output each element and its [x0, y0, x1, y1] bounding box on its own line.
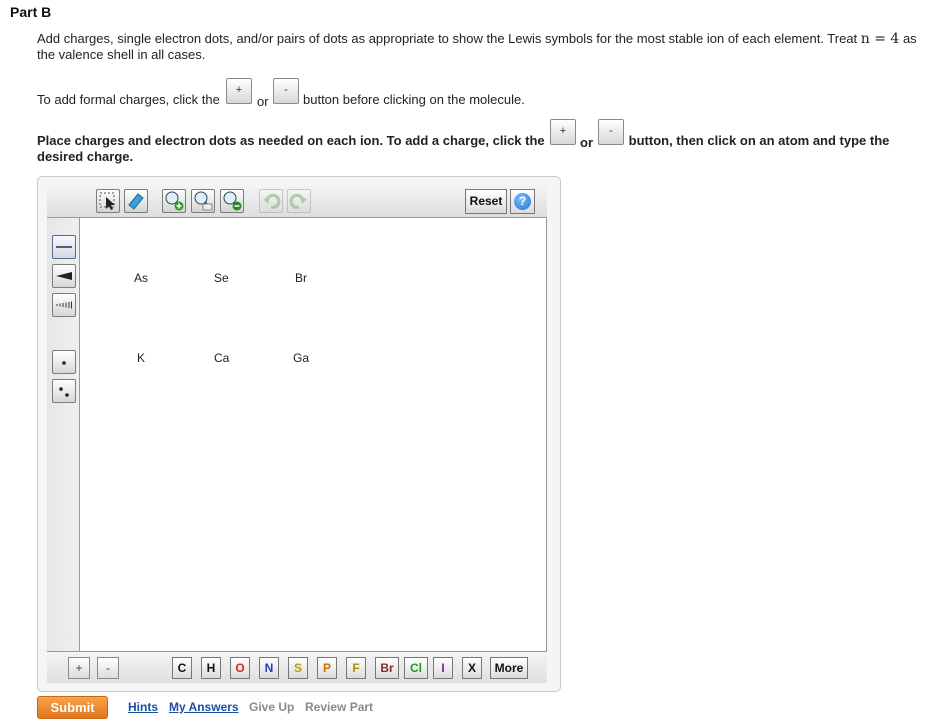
inline-minus-charge-icon-2: - — [598, 119, 624, 145]
atom-ga[interactable]: Ga — [293, 351, 309, 365]
hash-bond-tool[interactable] — [52, 293, 76, 317]
atom-se[interactable]: Se — [214, 271, 229, 285]
element-button-br[interactable]: Br — [375, 657, 399, 679]
review-part-link[interactable]: Review Part — [305, 700, 373, 714]
element-button-i[interactable]: I — [433, 657, 453, 679]
single-bond-icon — [56, 246, 72, 248]
zoom-fit-button[interactable] — [191, 189, 215, 213]
element-button-o[interactable]: O — [230, 657, 250, 679]
element-button-n[interactable]: N — [259, 657, 279, 679]
atom-br[interactable]: Br — [295, 271, 307, 285]
eraser-tool-button[interactable] — [124, 189, 148, 213]
formal-charge-or: or — [257, 94, 269, 109]
dot-pair-icon — [59, 387, 69, 397]
place-charges-text-1: Place charges and electron dots as neede… — [37, 133, 545, 148]
select-arrow-icon — [99, 192, 115, 210]
zoom-in-button[interactable] — [162, 189, 186, 213]
add-negative-charge-button[interactable]: - — [97, 657, 119, 679]
formal-charge-text-2: button before clicking on the molecule. — [303, 92, 525, 107]
zoom-out-icon — [223, 191, 242, 211]
single-electron-tool[interactable] — [52, 350, 76, 374]
give-up-link[interactable]: Give Up — [249, 700, 294, 714]
undo-button[interactable] — [259, 189, 283, 213]
zoom-fit-icon — [194, 191, 213, 211]
element-button-p[interactable]: P — [317, 657, 337, 679]
instructions-paragraph: Add charges, single electron dots, and/o… — [37, 31, 927, 63]
part-title: Part B — [10, 4, 52, 20]
valence-shell-math: n = 4 — [860, 31, 900, 47]
undo-icon — [263, 193, 281, 209]
element-button-c[interactable]: C — [172, 657, 192, 679]
inline-plus-charge-icon: + — [226, 78, 252, 104]
drawing-canvas[interactable] — [47, 185, 547, 683]
more-elements-button[interactable]: More — [490, 657, 528, 679]
atom-ca[interactable]: Ca — [214, 351, 229, 365]
help-button[interactable]: ? — [510, 189, 535, 214]
atom-k[interactable]: K — [137, 351, 145, 365]
reset-button[interactable]: Reset — [465, 189, 507, 214]
element-button-f[interactable]: F — [346, 657, 366, 679]
eraser-icon — [128, 193, 144, 210]
help-icon: ? — [514, 193, 531, 210]
instructions-text-1: Add charges, single electron dots, and/o… — [37, 31, 861, 46]
element-button-x[interactable]: X — [462, 657, 482, 679]
place-charges-instruction: Place charges and electron dots as neede… — [37, 133, 927, 165]
element-button-cl[interactable]: Cl — [404, 657, 428, 679]
zoom-out-button[interactable] — [220, 189, 244, 213]
wedge-bond-tool[interactable] — [52, 264, 76, 288]
place-charges-or: or — [580, 135, 593, 150]
single-bond-tool[interactable] — [52, 235, 76, 259]
element-button-s[interactable]: S — [288, 657, 308, 679]
redo-button[interactable] — [287, 189, 311, 213]
add-positive-charge-button[interactable]: + — [68, 657, 90, 679]
submit-button[interactable]: Submit — [37, 696, 108, 719]
hints-link[interactable]: Hints — [128, 700, 158, 714]
atom-as[interactable]: As — [134, 271, 148, 285]
single-dot-icon — [62, 361, 66, 365]
redo-icon — [289, 193, 307, 209]
formal-charge-text-1: To add formal charges, click the — [37, 92, 220, 107]
hash-bond-icon — [56, 301, 72, 309]
wedge-bond-icon — [56, 272, 72, 280]
inline-minus-charge-icon: - — [273, 78, 299, 104]
select-tool-button[interactable] — [96, 189, 120, 213]
my-answers-link[interactable]: My Answers — [169, 700, 239, 714]
zoom-in-icon — [165, 191, 184, 211]
formal-charge-instruction: To add formal charges, click the — [37, 92, 220, 107]
electron-pair-tool[interactable] — [52, 379, 76, 403]
inline-plus-charge-icon-2: + — [550, 119, 576, 145]
element-button-h[interactable]: H — [201, 657, 221, 679]
